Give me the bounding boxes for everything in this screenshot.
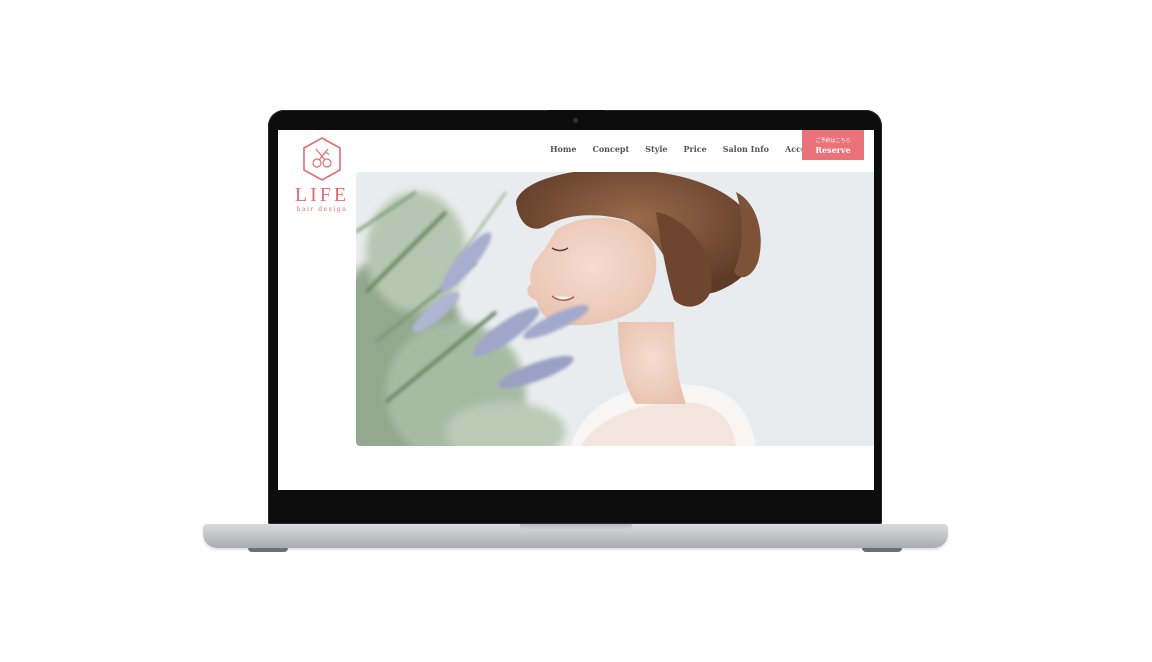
reserve-small-label: ご予約はこちら — [815, 138, 851, 144]
nav-item-salon-info[interactable]: Salon Info — [723, 144, 769, 156]
main-nav: Home Concept Style Price Salon Info Acce… — [550, 144, 831, 156]
scissors-hexagon-icon — [303, 137, 341, 181]
hero-image — [356, 172, 874, 446]
logo-subtitle: hair design — [296, 206, 348, 213]
site-logo[interactable]: LIFE hair design — [286, 136, 358, 213]
reserve-button[interactable]: ご予約はこちら Reserve — [802, 130, 864, 160]
nav-item-price[interactable]: Price — [683, 144, 706, 156]
laptop-foot-right — [862, 548, 902, 552]
laptop-foot-left — [248, 548, 288, 552]
nav-item-style[interactable]: Style — [645, 144, 667, 156]
screen-bezel-bottom — [278, 490, 874, 510]
reserve-label: Reserve — [815, 145, 851, 155]
nav-item-home[interactable]: Home — [550, 144, 576, 156]
hero-photo — [356, 172, 874, 446]
laptop-opening-notch — [520, 524, 632, 531]
nav-item-concept[interactable]: Concept — [592, 144, 629, 156]
camera-icon — [573, 118, 578, 123]
logo-name: LIFE — [294, 184, 350, 206]
laptop-screen: LIFE hair design Home Concept Style Pric… — [278, 130, 874, 490]
